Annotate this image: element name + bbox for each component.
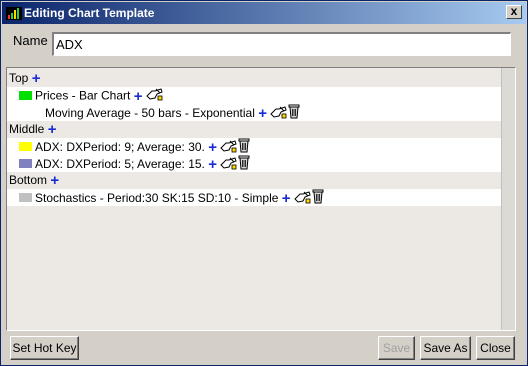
list-item[interactable]: Moving Average - 50 bars - Exponential + [7, 104, 503, 121]
color-swatch [19, 159, 32, 168]
item-label: ADX: DXPeriod: 9; Average: 30. [35, 140, 205, 155]
plus-icon[interactable]: + [208, 157, 217, 172]
list-item[interactable]: ADX: DXPeriod: 9; Average: 30. + [7, 138, 503, 155]
window-title: Editing Chart Template [24, 6, 155, 20]
chart-elements-list-body: Top + Prices - Bar Chart + Moving Average… [7, 68, 503, 330]
template-name-field[interactable] [52, 32, 511, 56]
plus-icon[interactable]: + [32, 71, 41, 86]
section-top: Top + [7, 70, 503, 87]
set-hot-key-button[interactable]: Set Hot Key [10, 336, 79, 360]
name-label: Name [13, 33, 48, 48]
plus-icon[interactable]: + [282, 191, 291, 206]
list-item[interactable]: Prices - Bar Chart + [7, 87, 503, 104]
section-label: Bottom [9, 173, 48, 187]
color-swatch [19, 91, 32, 100]
plus-icon[interactable]: + [48, 122, 57, 137]
section-label: Top [9, 71, 29, 85]
title-bar[interactable]: Editing Chart Template x [2, 2, 526, 24]
item-label: Stochastics - Period:30 SK:15 SD:10 - Si… [35, 191, 279, 206]
list-item[interactable]: Stochastics - Period:30 SK:15 SD:10 - Si… [7, 189, 503, 206]
section-label: Middle [9, 122, 45, 136]
vertical-scrollbar[interactable] [501, 68, 515, 330]
save-button[interactable]: Save [378, 336, 415, 360]
pencil-hand-icon[interactable] [294, 190, 311, 209]
color-swatch [19, 193, 32, 202]
color-swatch [19, 142, 32, 151]
close-button[interactable]: Close [476, 336, 515, 360]
editing-chart-template-dialog: Editing Chart Template x Name Top +Price… [0, 0, 528, 366]
plus-icon[interactable]: + [208, 140, 217, 155]
section-bottom: Bottom + [7, 172, 503, 189]
item-label: ADX: DXPeriod: 5; Average: 15. [35, 157, 205, 172]
plus-icon[interactable]: + [258, 106, 267, 121]
trash-can-icon[interactable] [312, 189, 324, 209]
plus-icon[interactable]: + [134, 89, 143, 104]
plus-icon[interactable]: + [50, 173, 59, 188]
section-middle: Middle + [7, 121, 503, 138]
close-icon[interactable]: x [506, 5, 522, 19]
item-label: Prices - Bar Chart [35, 88, 131, 103]
item-label: Moving Average - 50 bars - Exponential [45, 106, 255, 121]
save-as-button[interactable]: Save As [420, 336, 471, 360]
chart-elements-list[interactable]: Top + Prices - Bar Chart + Moving Average… [6, 67, 516, 331]
chart-icon [6, 7, 22, 20]
list-item[interactable]: ADX: DXPeriod: 5; Average: 15. + [7, 155, 503, 172]
